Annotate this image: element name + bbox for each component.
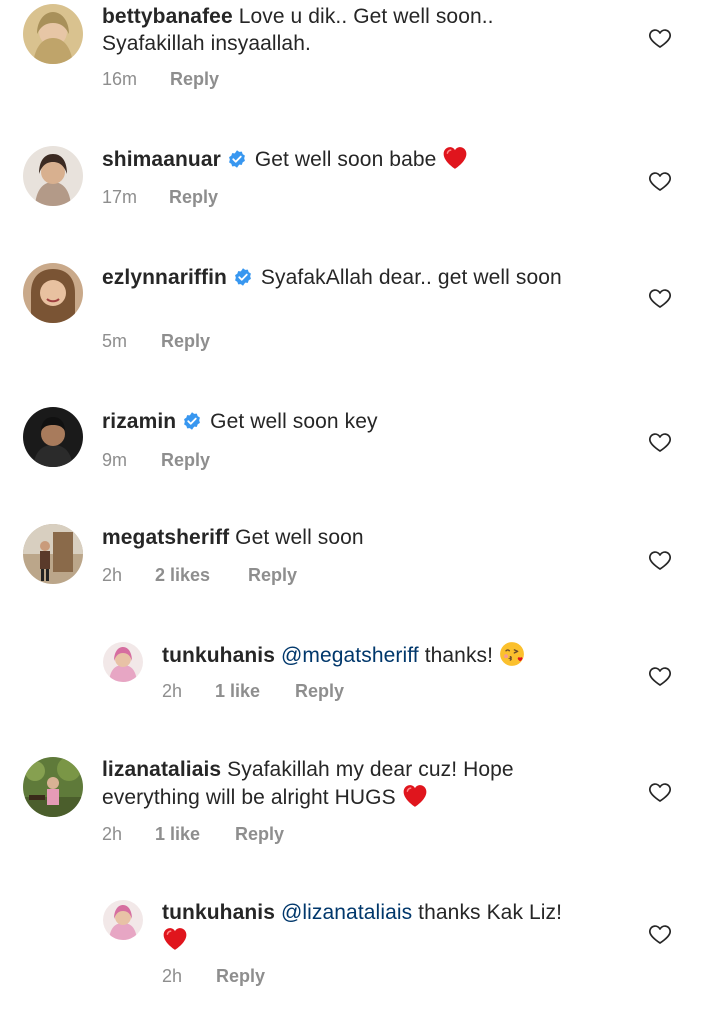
avatar-garden-icon <box>23 757 83 817</box>
comment-body: thanks! <box>424 644 494 667</box>
comment-text: ezlynnariffin SyafakAllah dear.. get wel… <box>102 264 572 291</box>
reply-button[interactable]: Reply <box>248 565 297 586</box>
likes-count[interactable]: 2 likes <box>155 565 248 586</box>
comment-body: thanks Kak Liz! <box>418 901 563 924</box>
timestamp: 5m <box>102 331 128 351</box>
comment-meta: 2h 1 like Reply <box>162 681 344 702</box>
comment-body: Get well soon babe <box>254 148 437 171</box>
comment-body: SyafakAllah dear.. get well soon <box>260 266 562 289</box>
verified-badge-icon <box>182 411 202 431</box>
avatar-woman-hijab-icon <box>23 4 83 64</box>
comment-meta: 2h Reply <box>162 966 265 987</box>
reply-button[interactable]: Reply <box>161 450 210 471</box>
comment-text: tunkuhanis @lizanataliais thanks Kak Liz… <box>162 899 632 954</box>
avatar[interactable] <box>23 757 83 817</box>
username[interactable]: tunkuhanis <box>162 644 275 667</box>
timestamp: 2h <box>162 966 183 986</box>
heart-outline-icon[interactable] <box>648 922 672 946</box>
red-heart-icon <box>162 926 188 952</box>
avatar-woman-smile-icon <box>23 263 83 323</box>
avatar-woman-icon <box>23 146 83 206</box>
mention-link[interactable]: @lizanataliais <box>281 901 412 924</box>
comment-body: Get well soon key <box>210 410 378 433</box>
comment-text: tunkuhanis @megatsheriff thanks! <box>162 641 632 669</box>
comment-body: Get well soon <box>235 526 364 549</box>
avatar[interactable] <box>23 407 83 467</box>
reply-button[interactable]: Reply <box>235 824 284 845</box>
heart-outline-icon[interactable] <box>648 430 672 454</box>
likes-count[interactable]: 1 like <box>155 824 235 845</box>
comment-text: shimaanuar Get well soon babe <box>102 145 602 173</box>
username[interactable]: megatsheriff <box>102 526 229 549</box>
heart-outline-icon[interactable] <box>648 548 672 572</box>
verified-badge-icon <box>227 149 247 169</box>
avatar-pink-icon <box>103 642 143 682</box>
timestamp: 16m <box>102 69 138 89</box>
reply-button[interactable]: Reply <box>169 187 218 208</box>
likes-count[interactable]: 1 like <box>215 681 295 702</box>
timestamp: 17m <box>102 187 138 207</box>
avatar[interactable] <box>23 524 83 584</box>
comment-meta: 16m Reply <box>102 69 219 90</box>
comment-text: lizanataliais Syafakillah my dear cuz! H… <box>102 756 572 811</box>
avatar-pink-icon <box>103 900 143 940</box>
comment-text: rizamin Get well soon key <box>102 408 572 435</box>
avatar-man-icon <box>23 407 83 467</box>
avatar[interactable] <box>23 146 83 206</box>
avatar[interactable] <box>103 642 143 682</box>
red-heart-icon <box>442 145 468 171</box>
avatar[interactable] <box>23 263 83 323</box>
reply-button[interactable]: Reply <box>216 966 265 987</box>
red-heart-icon <box>402 783 428 809</box>
avatar[interactable] <box>23 4 83 64</box>
comment-meta: 2h 1 like Reply <box>102 824 284 845</box>
reply-button[interactable]: Reply <box>170 69 219 90</box>
comment-text: bettybanafee Love u dik.. Get well soon.… <box>102 3 572 57</box>
heart-outline-icon[interactable] <box>648 664 672 688</box>
comment-text: megatsheriff Get well soon <box>102 524 572 551</box>
heart-outline-icon[interactable] <box>648 286 672 310</box>
username[interactable]: lizanataliais <box>102 758 221 781</box>
username[interactable]: tunkuhanis <box>162 901 275 924</box>
reply-button[interactable]: Reply <box>161 331 210 352</box>
username[interactable]: bettybanafee <box>102 5 233 28</box>
comment-meta: 9m Reply <box>102 450 210 471</box>
heart-outline-icon[interactable] <box>648 169 672 193</box>
reply-button[interactable]: Reply <box>295 681 344 702</box>
username[interactable]: shimaanuar <box>102 148 221 171</box>
username[interactable]: ezlynnariffin <box>102 266 227 289</box>
verified-badge-icon <box>233 267 253 287</box>
mention-link[interactable]: @megatsheriff <box>281 644 419 667</box>
comment-meta: 2h 2 likes Reply <box>102 565 297 586</box>
username[interactable]: rizamin <box>102 410 176 433</box>
timestamp: 9m <box>102 450 128 470</box>
comment-meta: 17m Reply <box>102 187 218 208</box>
timestamp: 2h <box>102 565 123 585</box>
avatar-outdoor-icon <box>23 524 83 584</box>
timestamp: 2h <box>102 824 123 844</box>
avatar[interactable] <box>103 900 143 940</box>
timestamp: 2h <box>162 681 183 701</box>
heart-outline-icon[interactable] <box>648 780 672 804</box>
kiss-face-icon <box>499 641 525 667</box>
heart-outline-icon[interactable] <box>648 26 672 50</box>
comment-meta: 5m Reply <box>102 331 210 352</box>
